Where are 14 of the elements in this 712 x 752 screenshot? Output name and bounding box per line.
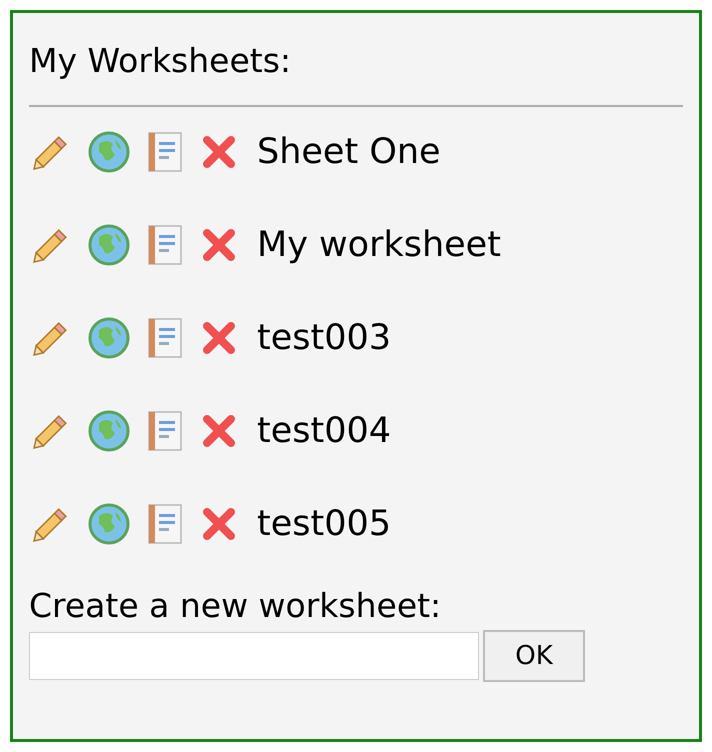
globe-icon[interactable] bbox=[87, 130, 131, 174]
create-label: Create a new worksheet: bbox=[29, 586, 442, 626]
worksheet-name[interactable]: test003 bbox=[257, 316, 392, 360]
globe-icon[interactable] bbox=[87, 502, 131, 546]
globe-icon[interactable] bbox=[87, 408, 131, 452]
worksheet-name[interactable]: test005 bbox=[257, 502, 392, 546]
worksheet-name[interactable]: Sheet One bbox=[257, 130, 441, 174]
ok-button[interactable]: OK bbox=[483, 630, 585, 682]
panel-title: My Worksheets: bbox=[29, 40, 292, 82]
worksheet-name[interactable]: My worksheet bbox=[257, 222, 501, 266]
worksheet-name-field[interactable] bbox=[29, 632, 479, 680]
globe-icon[interactable] bbox=[87, 316, 131, 360]
globe-icon[interactable] bbox=[87, 222, 131, 266]
worksheet-name[interactable]: test004 bbox=[257, 408, 392, 452]
